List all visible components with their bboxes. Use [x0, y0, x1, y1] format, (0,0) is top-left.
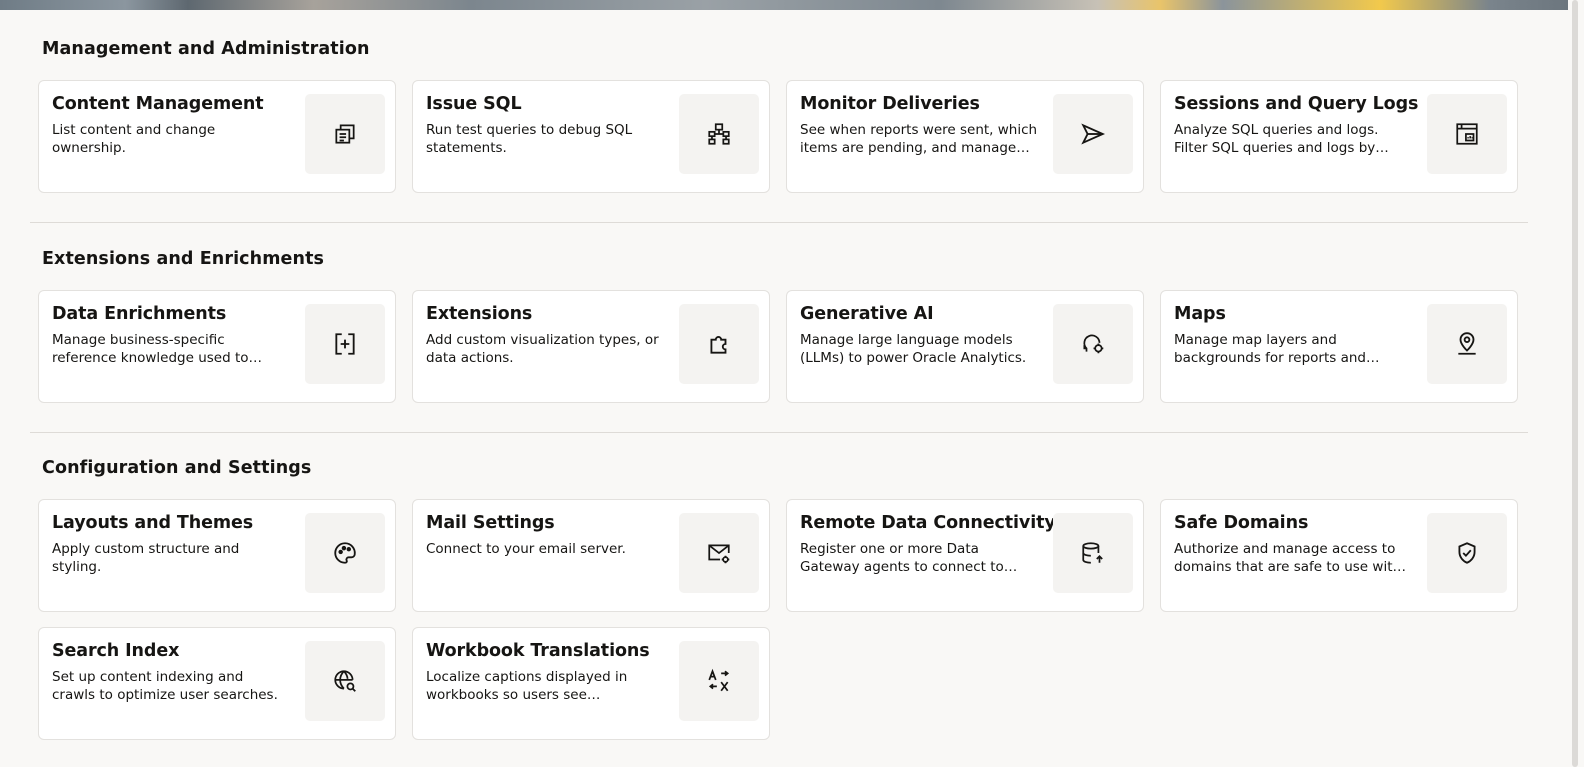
- header-banner: [0, 0, 1568, 10]
- shield-check-icon: [1427, 513, 1507, 593]
- section-divider: [30, 432, 1528, 433]
- card-description: Manage large language models (LLMs) to p…: [800, 332, 1027, 366]
- section-title-management: Management and Administration: [42, 39, 370, 59]
- card-title: Extensions: [426, 304, 533, 324]
- card-description: Authorize and manage access to domains t…: [1174, 541, 1402, 575]
- data-enrichment-icon: [305, 304, 385, 384]
- card-title: Search Index: [52, 641, 180, 661]
- card-remote-data-connectivity[interactable]: Remote Data Connectivity Register one or…: [786, 499, 1144, 612]
- card-title: Generative AI: [800, 304, 934, 324]
- admin-console-page: Management and Administration Content Ma…: [0, 0, 1584, 767]
- card-extensions[interactable]: Extensions Add custom visualization type…: [412, 290, 770, 403]
- puzzle-icon: [679, 304, 759, 384]
- section-title-configuration: Configuration and Settings: [42, 458, 312, 478]
- translate-icon: [679, 641, 759, 721]
- card-title: Monitor Deliveries: [800, 94, 980, 114]
- card-title: Data Enrichments: [52, 304, 227, 324]
- card-description: Connect to your email server.: [426, 541, 626, 557]
- card-description: Run test queries to debug SQL statements…: [426, 122, 633, 156]
- mail-settings-icon: [679, 513, 759, 593]
- card-layouts-themes[interactable]: Layouts and Themes Apply custom structur…: [38, 499, 396, 612]
- card-title: Layouts and Themes: [52, 513, 254, 533]
- card-title: Maps: [1174, 304, 1226, 324]
- card-description: See when reports were sent, which items …: [800, 122, 1038, 156]
- card-generative-ai[interactable]: Generative AI Manage large language mode…: [786, 290, 1144, 403]
- card-issue-sql[interactable]: Issue SQL Run test queries to debug SQL …: [412, 80, 770, 193]
- scrollbar-thumb[interactable]: [1572, 0, 1578, 767]
- content-management-icon: [305, 94, 385, 174]
- card-description: Apply custom structure and styling.: [52, 541, 240, 575]
- card-description: Set up content indexing and crawls to op…: [52, 669, 278, 703]
- card-description: List content and change ownership.: [52, 122, 216, 156]
- card-title: Workbook Translations: [426, 641, 650, 661]
- card-title: Content Management: [52, 94, 264, 114]
- card-content-management[interactable]: Content Management List content and chan…: [38, 80, 396, 193]
- database-upload-icon: [1053, 513, 1133, 593]
- section-title-extensions: Extensions and Enrichments: [42, 249, 325, 269]
- card-title: Safe Domains: [1174, 513, 1309, 533]
- map-pin-icon: [1427, 304, 1507, 384]
- card-description: Localize captions displayed in workbooks…: [426, 669, 628, 703]
- card-title: Mail Settings: [426, 513, 555, 533]
- card-description: Register one or more Data Gateway agents…: [800, 541, 1004, 575]
- card-safe-domains[interactable]: Safe Domains Authorize and manage access…: [1160, 499, 1518, 612]
- card-monitor-deliveries[interactable]: Monitor Deliveries See when reports were…: [786, 80, 1144, 193]
- card-mail-settings[interactable]: Mail Settings Connect to your email serv…: [412, 499, 770, 612]
- card-description: Analyze SQL queries and logs. Filter SQL…: [1174, 122, 1379, 156]
- card-title: Remote Data Connectivity: [800, 513, 1056, 533]
- card-description: Add custom visualization types, or data …: [426, 332, 659, 366]
- generative-ai-icon: [1053, 304, 1133, 384]
- card-description: Manage map layers and backgrounds for re…: [1174, 332, 1366, 366]
- session-log-icon: [1427, 94, 1507, 174]
- card-title: Sessions and Query Logs: [1174, 94, 1419, 114]
- card-data-enrichments[interactable]: Data Enrichments Manage business-specifi…: [38, 290, 396, 403]
- section-divider: [30, 222, 1528, 223]
- send-icon: [1053, 94, 1133, 174]
- card-title: Issue SQL: [426, 94, 522, 114]
- card-description: Manage business-specific reference knowl…: [52, 332, 249, 366]
- card-sessions-query-logs[interactable]: Sessions and Query Logs Analyze SQL quer…: [1160, 80, 1518, 193]
- card-workbook-translations[interactable]: Workbook Translations Localize captions …: [412, 627, 770, 740]
- card-maps[interactable]: Maps Manage map layers and backgrounds f…: [1160, 290, 1518, 403]
- palette-icon: [305, 513, 385, 593]
- sql-hierarchy-icon: [679, 94, 759, 174]
- card-search-index[interactable]: Search Index Set up content indexing and…: [38, 627, 396, 740]
- vertical-scrollbar[interactable]: [1568, 0, 1584, 767]
- globe-search-icon: [305, 641, 385, 721]
